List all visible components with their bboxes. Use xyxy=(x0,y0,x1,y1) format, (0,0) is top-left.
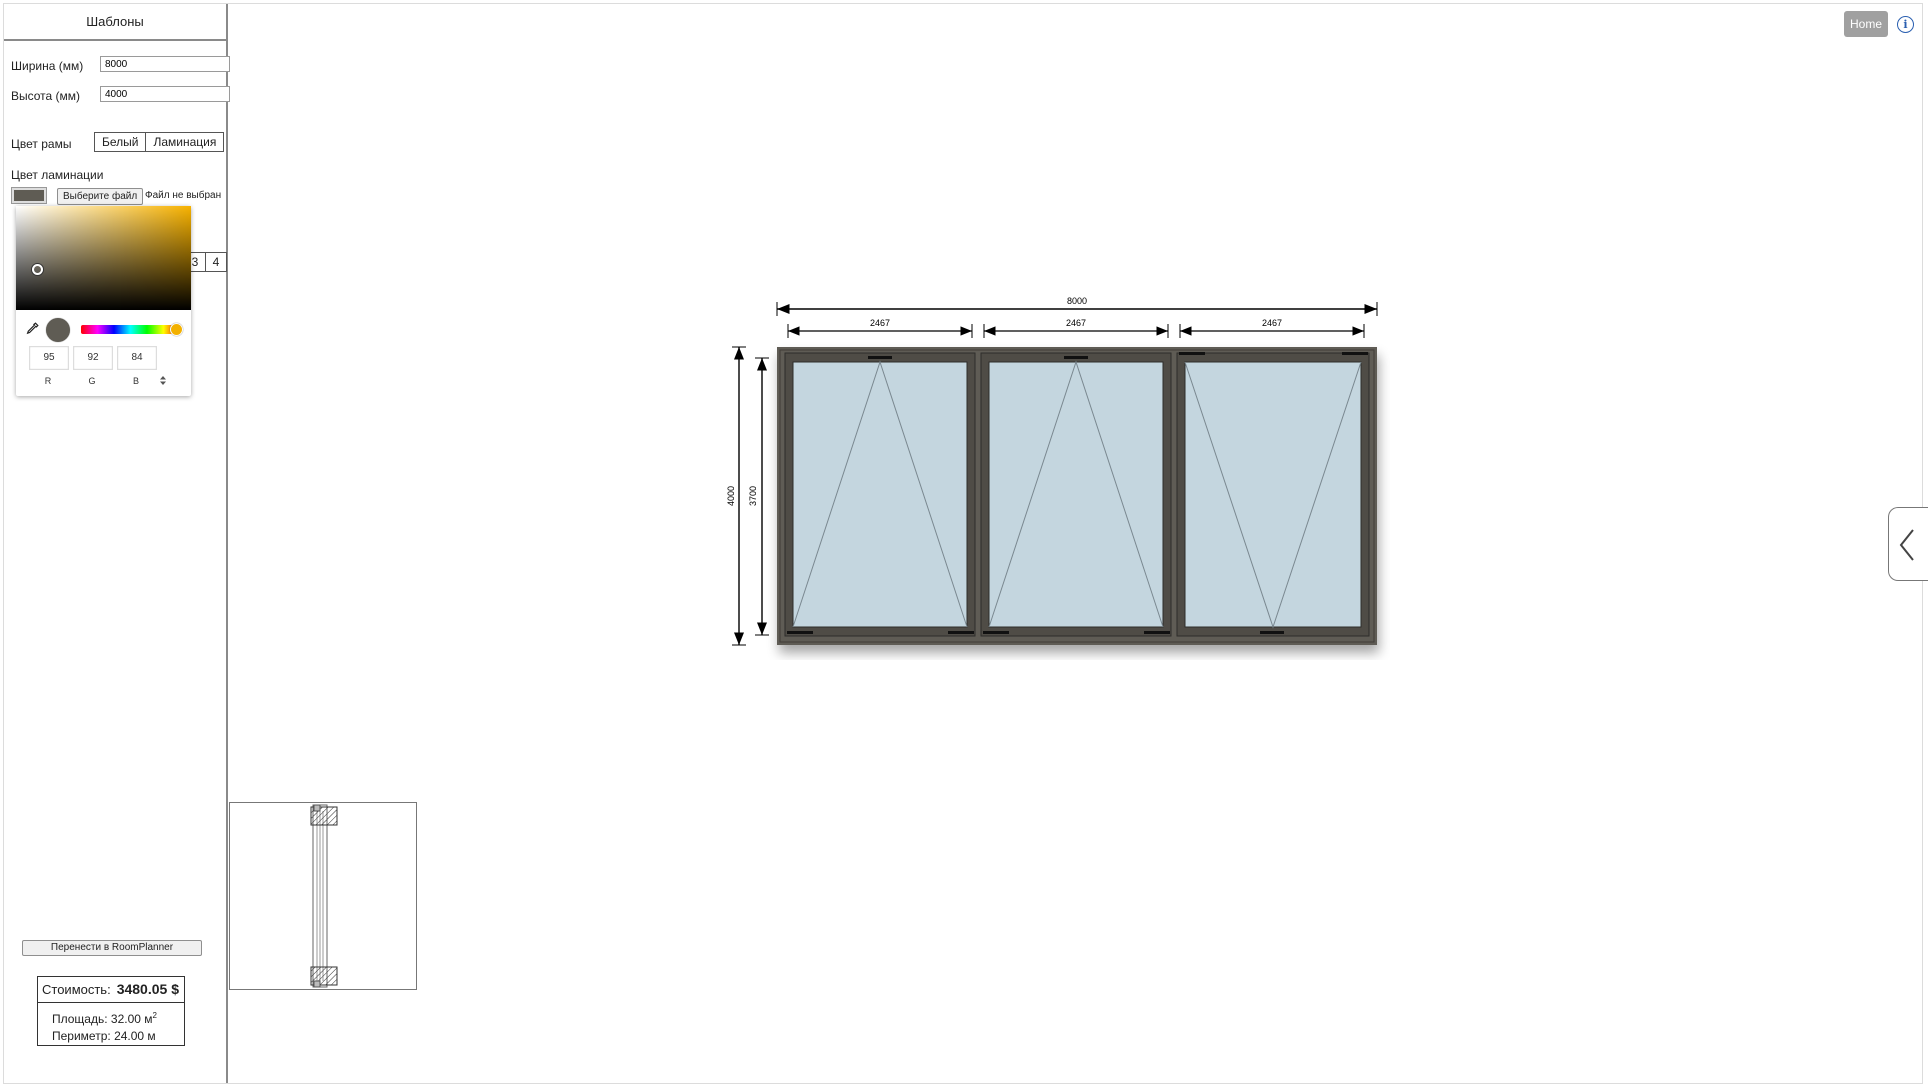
perimeter-value: 24.00 м xyxy=(114,1029,156,1043)
sash-width-label-1: 2467 xyxy=(870,318,890,328)
hue-slider[interactable] xyxy=(81,323,183,336)
cost-summary: Стоимость: 3480.05 $ Площадь: 32.00 м2 Пе… xyxy=(37,976,185,1046)
perimeter-label: Периметр: xyxy=(52,1029,111,1043)
eyedropper-icon[interactable] xyxy=(26,322,39,338)
cost-row: Стоимость: 3480.05 $ xyxy=(38,977,184,1003)
file-status: Файл не выбран xyxy=(145,190,222,201)
area-row: Площадь: 32.00 м2 xyxy=(38,1003,184,1028)
overall-width-dimension: 8000 xyxy=(776,296,1378,316)
green-label: G xyxy=(88,376,96,386)
blue-input[interactable]: 84 xyxy=(117,346,157,370)
sash-height-label: 3700 xyxy=(748,486,758,506)
profile-section-preview[interactable] xyxy=(229,802,417,990)
overall-width-label: 8000 xyxy=(1067,296,1087,306)
frame-color-white-button[interactable]: Белый xyxy=(95,133,145,151)
sash-count-option-4[interactable]: 4 xyxy=(205,253,226,271)
up-down-arrows-icon[interactable] xyxy=(160,376,166,387)
red-label: R xyxy=(44,376,52,386)
saturation-handle[interactable] xyxy=(32,264,43,275)
sash-1[interactable] xyxy=(784,352,976,637)
green-input[interactable]: 92 xyxy=(73,346,113,370)
blue-label: B xyxy=(132,376,139,386)
cost-value: 3480.05 $ xyxy=(116,981,179,997)
lamination-color-swatch[interactable] xyxy=(11,187,47,204)
sidebar: Шаблоны Ширина (мм) Высота (мм) Цвет рам… xyxy=(4,4,230,1083)
height-label: Высота (мм) xyxy=(11,89,81,103)
sash-2[interactable] xyxy=(980,352,1172,637)
templates-header[interactable]: Шаблоны xyxy=(4,4,226,41)
area-label: Площадь: xyxy=(52,1012,108,1026)
height-input[interactable] xyxy=(100,86,230,102)
frame-color-lamination-button[interactable]: Ламинация xyxy=(145,133,223,151)
window-drawing-svg[interactable]: 8000 2467 2467 2467 4000 3700 xyxy=(720,290,1390,660)
roomplanner-button[interactable]: Перенести в RoomPlanner xyxy=(22,940,202,956)
color-preview xyxy=(46,318,70,342)
home-button[interactable]: Home xyxy=(1844,11,1888,37)
area-value: 32.00 м xyxy=(110,1012,153,1026)
lamination-color-label: Цвет ламинации xyxy=(11,168,104,182)
color-picker: 95 92 84 R G B xyxy=(16,206,191,396)
choose-file-button[interactable]: Выберите файл xyxy=(57,188,144,205)
area-unit-sup: 2 xyxy=(152,1011,157,1020)
hue-slider-handle[interactable] xyxy=(170,323,183,336)
frame-color-toggle: Белый Ламинация xyxy=(94,132,225,152)
sash-width-label-3: 2467 xyxy=(1262,318,1282,328)
info-icon[interactable]: i xyxy=(1897,16,1914,33)
frame-color-label: Цвет рамы xyxy=(11,137,72,151)
chevron-left-icon xyxy=(1899,529,1914,561)
sash-width-dimensions: 2467 2467 2467 xyxy=(787,318,1365,338)
perimeter-row: Периметр: 24.00 м xyxy=(38,1028,184,1045)
width-input[interactable] xyxy=(100,56,230,72)
sash-3[interactable] xyxy=(1176,352,1370,637)
window-drawing: 8000 2467 2467 2467 4000 3700 xyxy=(720,290,1390,665)
sash-width-label-2: 2467 xyxy=(1066,318,1086,328)
overall-height-dimension: 4000 3700 xyxy=(726,346,769,646)
width-label: Ширина (мм) xyxy=(11,59,84,73)
red-input[interactable]: 95 xyxy=(29,346,69,370)
cost-label: Стоимость: xyxy=(42,982,111,997)
side-panel-toggle[interactable] xyxy=(1888,507,1928,581)
saturation-area[interactable] xyxy=(16,206,191,310)
overall-height-label: 4000 xyxy=(726,486,736,506)
